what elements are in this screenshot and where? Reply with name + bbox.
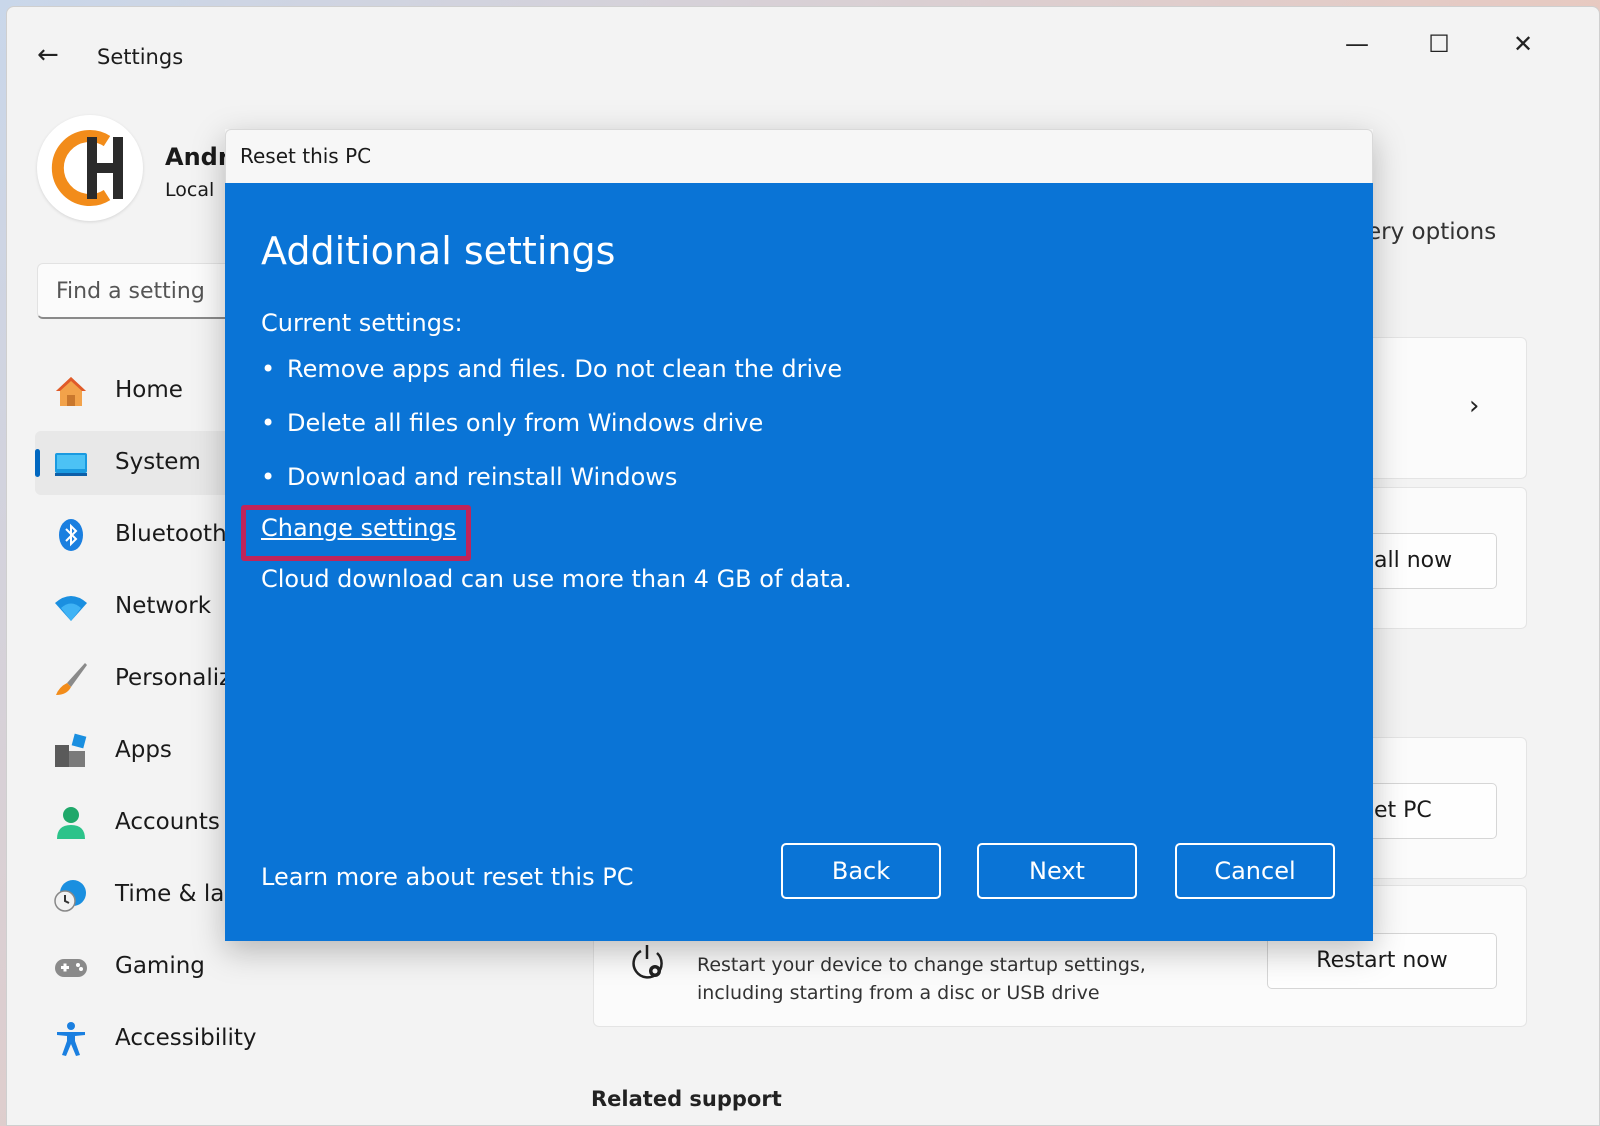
sidebar-item-label: Gaming — [115, 953, 205, 979]
home-icon — [56, 377, 86, 406]
sidebar-item-label: Accounts — [115, 809, 220, 835]
cancel-button[interactable]: Cancel — [1175, 843, 1335, 899]
sidebar-item-system[interactable]: System — [35, 431, 235, 495]
dialog-heading: Additional settings — [261, 229, 616, 273]
recovery-card[interactable] — [1367, 337, 1527, 479]
list-item: Delete all files only from Windows drive — [261, 405, 842, 459]
sidebar-item-gaming[interactable]: Gaming — [35, 935, 235, 999]
back-button[interactable]: Back — [781, 843, 941, 899]
reset-pc-dialog: Reset this PC Additional settings Curren… — [225, 129, 1373, 941]
next-button[interactable]: Next — [977, 843, 1137, 899]
sidebar-item-accounts[interactable]: Accounts — [35, 791, 235, 855]
minimize-button[interactable]: — — [1337, 29, 1377, 59]
maximize-button[interactable]: ☐ — [1419, 29, 1459, 59]
sidebar-item-label: Personaliz — [115, 665, 232, 691]
dialog-body: Additional settings Current settings: Re… — [225, 183, 1373, 941]
sidebar-item-label: Accessibility — [115, 1025, 257, 1051]
sidebar-item-home[interactable]: Home — [35, 359, 235, 423]
account-type: Local — [165, 179, 215, 201]
sidebar-nav: Home System Bluetooth Network Personaliz… — [35, 359, 257, 1079]
brush-icon — [56, 663, 87, 695]
sidebar-item-bluetooth[interactable]: Bluetooth — [35, 503, 235, 567]
sidebar-item-label: System — [115, 449, 201, 475]
restart-description: Restart your device to change startup se… — [697, 954, 1146, 1004]
reset-pc-button[interactable]: et PC — [1367, 783, 1497, 839]
app-title: Settings — [97, 45, 184, 69]
sidebar-item-apps[interactable]: Apps — [35, 719, 235, 783]
close-button[interactable]: ✕ — [1503, 29, 1543, 59]
gamepad-icon — [55, 959, 87, 977]
cloud-download-note: Cloud download can use more than 4 GB of… — [261, 565, 852, 593]
current-settings-list: Remove apps and files. Do not clean the … — [261, 351, 842, 513]
brand-logo-icon — [51, 130, 123, 206]
accessibility-icon — [57, 1022, 85, 1056]
apps-icon — [55, 733, 87, 767]
wifi-icon — [55, 596, 87, 621]
reinstall-now-button[interactable]: all now — [1367, 533, 1497, 589]
chevron-right-icon[interactable]: › — [1469, 391, 1479, 421]
sidebar-item-label: Bluetooth — [115, 521, 227, 547]
current-settings-label: Current settings: — [261, 309, 463, 337]
restart-now-button[interactable]: Restart now — [1267, 933, 1497, 989]
bluetooth-icon — [59, 519, 83, 551]
system-icon — [55, 453, 87, 476]
restart-gear-icon — [632, 945, 663, 979]
search-input[interactable]: Find a setting — [37, 263, 237, 319]
sidebar-item-label: Apps — [115, 737, 172, 763]
user-name: Andr — [165, 143, 225, 171]
dialog-title-bar: Reset this PC — [225, 129, 1373, 183]
sidebar-item-label: Time & la — [115, 881, 225, 907]
sidebar-item-accessibility[interactable]: Accessibility — [35, 1007, 257, 1071]
avatar[interactable] — [37, 115, 143, 221]
learn-more-link[interactable]: Learn more about reset this PC — [261, 863, 633, 891]
title-bar: ← Settings — ☐ ✕ — [7, 7, 1599, 107]
related-support-heading: Related support — [591, 1087, 782, 1111]
recovery-options-label: ery options — [1367, 219, 1497, 245]
settings-window: ← Settings — ☐ ✕ Andr Local Find a setti… — [6, 6, 1600, 1126]
change-settings-link[interactable]: Change settings — [261, 514, 456, 542]
dialog-title: Reset this PC — [240, 144, 372, 168]
clock-icon — [54, 880, 86, 912]
sidebar-item-label: Home — [115, 377, 183, 403]
person-icon — [57, 807, 85, 839]
sidebar-item-personalization[interactable]: Personaliz — [35, 647, 235, 711]
back-arrow-icon[interactable]: ← — [37, 41, 65, 69]
sidebar-item-label: Network — [115, 593, 212, 619]
sidebar-item-time-language[interactable]: Time & la — [35, 863, 235, 927]
list-item: Remove apps and files. Do not clean the … — [261, 351, 842, 405]
sidebar-item-network[interactable]: Network — [35, 575, 235, 639]
